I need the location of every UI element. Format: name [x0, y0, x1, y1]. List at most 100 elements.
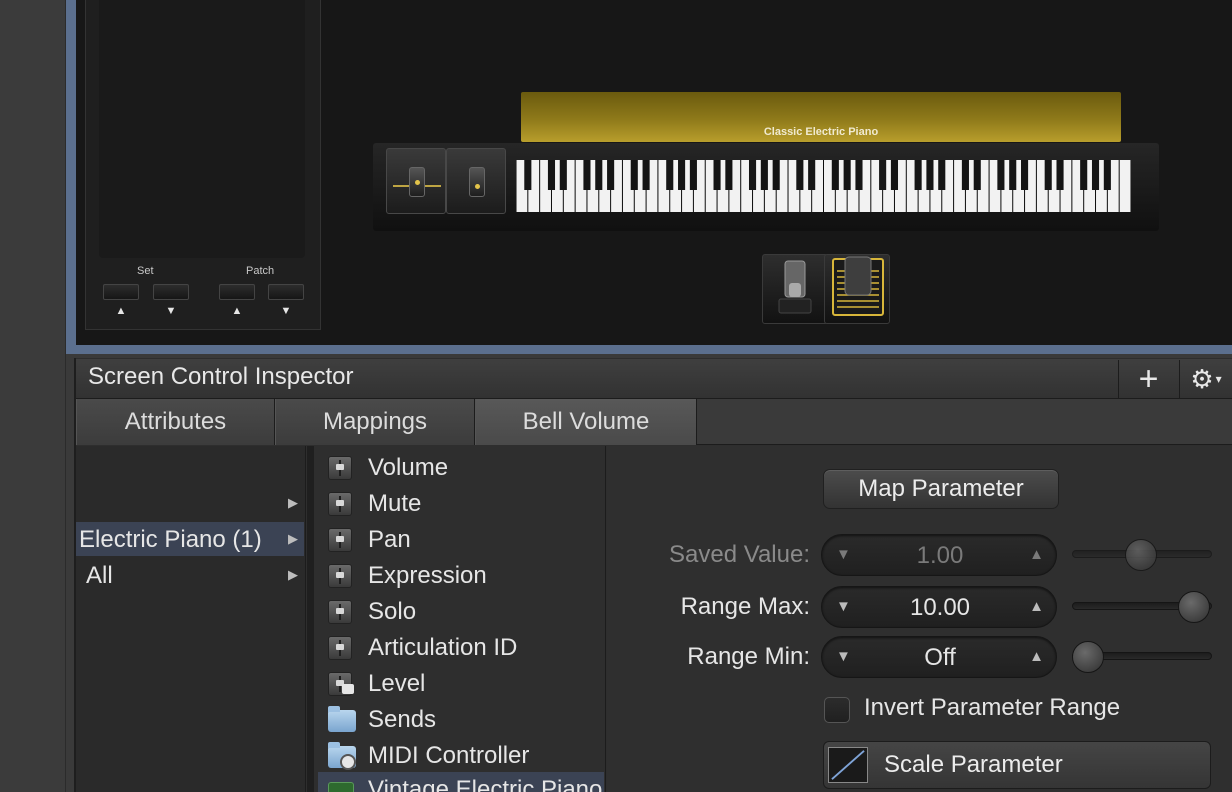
- gear-menu-button[interactable]: ⚙ ▾: [1179, 360, 1232, 398]
- sustain-pedal[interactable]: [762, 254, 828, 324]
- range-min-slider-knob[interactable]: [1072, 641, 1104, 673]
- range-min-field[interactable]: Off: [862, 644, 1018, 672]
- black-key[interactable]: [938, 160, 946, 190]
- range-max-field[interactable]: 10.00: [862, 594, 1018, 622]
- decrement-arrow-icon[interactable]: ▼: [836, 648, 851, 665]
- black-key[interactable]: [843, 160, 851, 190]
- map-parameter-button[interactable]: Map Parameter: [823, 469, 1059, 509]
- decrement-arrow-icon[interactable]: ▼: [836, 546, 851, 563]
- parameter-item-volume[interactable]: Volume: [318, 450, 604, 486]
- parameter-label: Mute: [368, 490, 422, 517]
- black-key[interactable]: [914, 160, 922, 190]
- black-key[interactable]: [1009, 160, 1017, 190]
- black-key[interactable]: [855, 160, 863, 190]
- scale-parameter-button[interactable]: Scale Parameter: [823, 741, 1211, 789]
- parameter-label: Expression: [368, 562, 487, 589]
- patch-down-arrow-icon: ▼: [280, 305, 292, 317]
- black-key[interactable]: [524, 160, 532, 190]
- list-item-all[interactable]: All ▶: [76, 558, 304, 592]
- mod-wheel-handle[interactable]: [469, 167, 485, 197]
- set-up-button[interactable]: [103, 284, 139, 300]
- black-key[interactable]: [1044, 160, 1052, 190]
- parameter-label: Pan: [368, 526, 411, 553]
- black-key[interactable]: [961, 160, 969, 190]
- range-min-stepper[interactable]: ▼ Off ▲: [821, 636, 1057, 678]
- increment-arrow-icon[interactable]: ▲: [1029, 598, 1044, 615]
- black-key[interactable]: [997, 160, 1005, 190]
- saved-value-stepper[interactable]: ▼ 1.00 ▲: [821, 534, 1057, 576]
- black-key[interactable]: [1080, 160, 1088, 190]
- parameter-item-sends[interactable]: Sends: [318, 702, 604, 738]
- range-max-stepper[interactable]: ▼ 10.00 ▲: [821, 586, 1057, 628]
- list-item-electric-piano[interactable]: Electric Piano (1) ▶: [76, 522, 304, 556]
- black-key[interactable]: [760, 160, 768, 190]
- piano-keyboard[interactable]: [516, 160, 1131, 212]
- black-key[interactable]: [808, 160, 816, 190]
- black-key[interactable]: [689, 160, 697, 190]
- patch-up-button[interactable]: [219, 284, 255, 300]
- expression-pedal-icon: [832, 256, 884, 316]
- black-key[interactable]: [831, 160, 839, 190]
- black-key[interactable]: [595, 160, 603, 190]
- black-key[interactable]: [796, 160, 804, 190]
- set-down-arrow-icon: ▼: [165, 305, 177, 317]
- black-key[interactable]: [725, 160, 733, 190]
- parameter-item-articulation-id[interactable]: Articulation ID: [318, 630, 604, 666]
- parameter-item-mute[interactable]: Mute: [318, 486, 604, 522]
- tab-attributes[interactable]: Attributes: [76, 399, 275, 445]
- column-divider[interactable]: [307, 446, 314, 792]
- black-key[interactable]: [926, 160, 934, 190]
- black-key[interactable]: [559, 160, 567, 190]
- black-key[interactable]: [713, 160, 721, 190]
- black-key[interactable]: [666, 160, 674, 190]
- parameter-item-expression[interactable]: Expression: [318, 558, 604, 594]
- saved-value-field[interactable]: 1.00: [862, 542, 1018, 570]
- white-key[interactable]: [1119, 160, 1131, 212]
- list-item-label: All: [86, 562, 113, 589]
- fader-icon: [328, 456, 352, 480]
- parameter-item-midi-controller[interactable]: MIDI Controller: [318, 738, 604, 774]
- black-key[interactable]: [748, 160, 757, 190]
- black-key[interactable]: [772, 160, 780, 190]
- fader-icon: [328, 600, 352, 624]
- decrement-arrow-icon[interactable]: ▼: [836, 598, 851, 615]
- black-key[interactable]: [973, 160, 981, 190]
- patch-down-button[interactable]: [268, 284, 304, 300]
- black-key[interactable]: [547, 160, 556, 190]
- range-max-label: Range Max:: [680, 593, 810, 620]
- black-key[interactable]: [1021, 160, 1029, 190]
- patch-display: [99, 0, 305, 258]
- black-key[interactable]: [1103, 160, 1111, 190]
- saved-value-slider-knob[interactable]: [1125, 539, 1157, 571]
- list-item[interactable]: ▶: [76, 486, 304, 520]
- invert-range-checkbox[interactable]: [824, 697, 850, 723]
- black-key[interactable]: [890, 160, 899, 190]
- black-key[interactable]: [879, 160, 887, 190]
- black-key[interactable]: [1091, 160, 1100, 190]
- black-key[interactable]: [1056, 160, 1064, 190]
- disclosure-arrow-icon: ▶: [288, 495, 298, 510]
- black-key[interactable]: [583, 160, 591, 190]
- pitch-wheel-handle[interactable]: [409, 167, 425, 197]
- tab-mappings[interactable]: Mappings: [275, 399, 475, 445]
- black-key[interactable]: [678, 160, 686, 190]
- parameter-item-vintage-electric-piano[interactable]: Vintage Electric Piano: [318, 772, 604, 792]
- parameter-item-solo[interactable]: Solo: [318, 594, 604, 630]
- disclosure-arrow-icon: ▶: [288, 531, 298, 546]
- black-key[interactable]: [630, 160, 638, 190]
- black-key[interactable]: [607, 160, 615, 190]
- lock-icon: [342, 684, 354, 694]
- range-max-slider-knob[interactable]: [1178, 591, 1210, 623]
- add-button[interactable]: +: [1118, 360, 1178, 398]
- pitch-wheel[interactable]: [386, 148, 446, 214]
- mod-wheel[interactable]: [446, 148, 506, 214]
- set-down-button[interactable]: [153, 284, 189, 300]
- increment-arrow-icon[interactable]: ▲: [1029, 648, 1044, 665]
- black-key[interactable]: [642, 160, 650, 190]
- tab-bell-volume[interactable]: Bell Volume: [475, 399, 697, 445]
- parameter-item-pan[interactable]: Pan: [318, 522, 604, 558]
- expression-pedal[interactable]: [824, 254, 890, 324]
- increment-arrow-icon[interactable]: ▲: [1029, 546, 1044, 563]
- parameter-item-level[interactable]: Level: [318, 666, 604, 702]
- invert-range-label[interactable]: Invert Parameter Range: [864, 694, 1120, 722]
